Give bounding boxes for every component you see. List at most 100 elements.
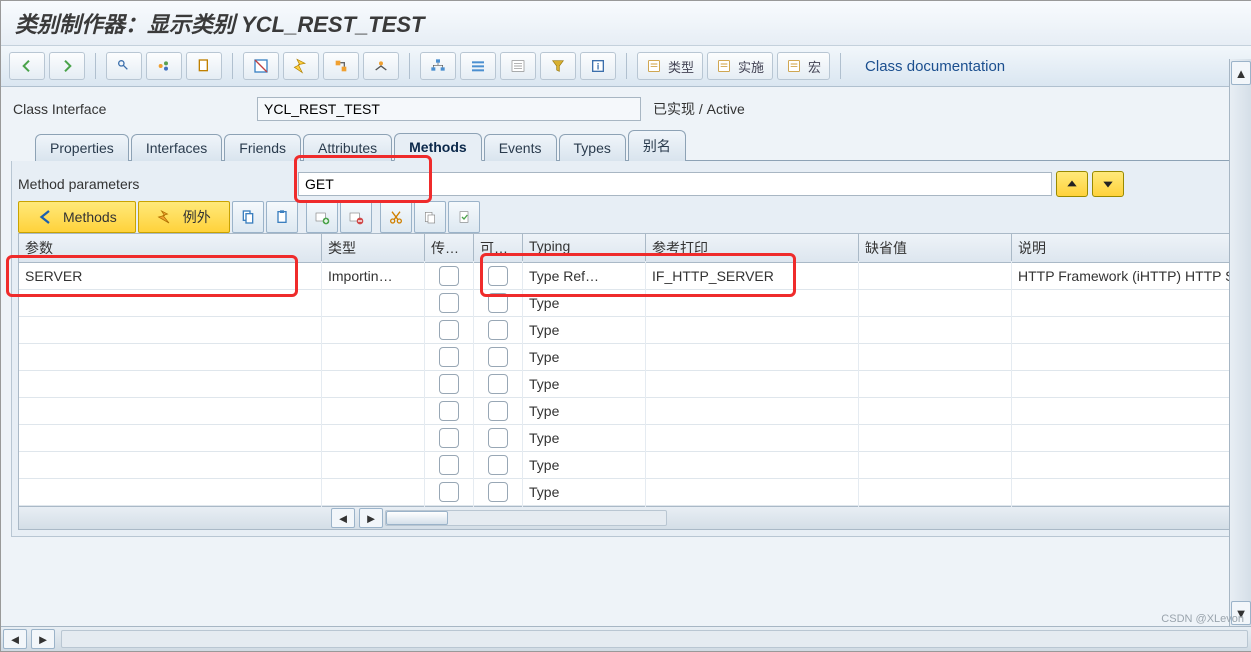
scroll-right-icon[interactable]: ► [359, 508, 383, 528]
cell-opt[interactable] [474, 315, 523, 345]
cell-default[interactable] [859, 477, 1012, 507]
tab-别名[interactable]: 别名 [628, 130, 686, 161]
cell-opt[interactable] [474, 423, 523, 453]
cell-typing[interactable]: Type Ref… [523, 261, 646, 291]
checkbox[interactable] [439, 293, 459, 313]
cell-opt[interactable] [474, 342, 523, 372]
table-row[interactable]: Type [19, 371, 1234, 398]
cell-kind[interactable] [322, 396, 425, 426]
cell-desc[interactable] [1012, 315, 1234, 345]
cell-opt[interactable] [474, 261, 523, 291]
cell-ref[interactable] [646, 288, 859, 318]
header-opt[interactable]: 可… [474, 234, 523, 262]
types-button[interactable]: 类型 [637, 52, 703, 80]
cell-default[interactable] [859, 423, 1012, 453]
checkbox[interactable] [488, 266, 508, 286]
cell-pass[interactable] [425, 288, 474, 318]
header-desc[interactable]: 说明 [1012, 234, 1234, 262]
cell-kind[interactable] [322, 423, 425, 453]
cell-ref[interactable] [646, 423, 859, 453]
cell-param[interactable]: SERVER [19, 261, 322, 291]
cell-ref[interactable]: IF_HTTP_SERVER [646, 261, 859, 291]
cell-default[interactable] [859, 342, 1012, 372]
clipboard-paste-icon[interactable] [448, 201, 480, 233]
cell-opt[interactable] [474, 450, 523, 480]
forward-button[interactable] [49, 52, 85, 80]
where-used-icon[interactable] [323, 52, 359, 80]
cell-pass[interactable] [425, 342, 474, 372]
checkbox[interactable] [488, 401, 508, 421]
cell-opt[interactable] [474, 396, 523, 426]
header-pass[interactable]: 传… [425, 234, 474, 262]
cell-default[interactable] [859, 369, 1012, 399]
header-ref[interactable]: 参考打印 [646, 234, 859, 262]
cell-kind[interactable] [322, 315, 425, 345]
checkbox[interactable] [439, 266, 459, 286]
outer-horizontal-scroll[interactable]: ◄ ► [1, 626, 1251, 651]
vertical-scrollbar[interactable]: ▲ ▼ [1229, 59, 1251, 627]
header-kind[interactable]: 类型 [322, 234, 425, 262]
cell-default[interactable] [859, 396, 1012, 426]
table-row[interactable]: Type [19, 398, 1234, 425]
header-typing[interactable]: Typing [523, 234, 646, 262]
header-default[interactable]: 缺省值 [859, 234, 1012, 262]
back-button[interactable] [9, 52, 45, 80]
cell-param[interactable] [19, 423, 322, 453]
macro-button[interactable]: 宏 [777, 52, 830, 80]
class-documentation-link[interactable]: Class documentation [865, 58, 1005, 75]
cell-opt[interactable] [474, 288, 523, 318]
checkbox[interactable] [488, 374, 508, 394]
cell-typing[interactable]: Type [523, 369, 646, 399]
cell-kind[interactable] [322, 288, 425, 318]
cell-desc[interactable] [1012, 396, 1234, 426]
header-param[interactable]: 参数 [19, 234, 322, 262]
cell-opt[interactable] [474, 369, 523, 399]
clipboard-copy-icon[interactable] [414, 201, 446, 233]
display-toggle-icon[interactable] [106, 52, 142, 80]
cell-param[interactable] [19, 396, 322, 426]
cell-kind[interactable] [322, 477, 425, 507]
checkbox[interactable] [488, 482, 508, 502]
other-object-icon[interactable] [146, 52, 182, 80]
scroll-track[interactable] [385, 510, 667, 526]
tab-types[interactable]: Types [559, 134, 626, 161]
checkbox[interactable] [488, 455, 508, 475]
checkbox[interactable] [488, 428, 508, 448]
table-row[interactable]: Type [19, 425, 1234, 452]
new-icon[interactable] [186, 52, 222, 80]
cell-typing[interactable]: Type [523, 477, 646, 507]
info-icon[interactable]: i [580, 52, 616, 80]
cell-opt[interactable] [474, 477, 523, 507]
cell-typing[interactable]: Type [523, 396, 646, 426]
cell-param[interactable] [19, 288, 322, 318]
cell-desc[interactable] [1012, 450, 1234, 480]
scroll-right-icon[interactable]: ► [31, 629, 55, 649]
cell-typing[interactable]: Type [523, 342, 646, 372]
cell-typing[interactable]: Type [523, 288, 646, 318]
checkbox[interactable] [439, 482, 459, 502]
scroll-left-icon[interactable]: ◄ [331, 508, 355, 528]
check-icon[interactable] [243, 52, 279, 80]
tab-friends[interactable]: Friends [224, 134, 301, 161]
cell-typing[interactable]: Type [523, 315, 646, 345]
table-row[interactable]: Type [19, 344, 1234, 371]
checkbox[interactable] [439, 455, 459, 475]
scroll-up-icon[interactable]: ▲ [1231, 61, 1251, 85]
cell-typing[interactable]: Type [523, 450, 646, 480]
tab-properties[interactable]: Properties [35, 134, 129, 161]
delete-row-icon[interactable] [340, 201, 372, 233]
cell-kind[interactable] [322, 450, 425, 480]
checkbox[interactable] [439, 347, 459, 367]
cell-desc[interactable] [1012, 369, 1234, 399]
cell-ref[interactable] [646, 396, 859, 426]
table-row[interactable]: Type [19, 317, 1234, 344]
table-row[interactable]: Type [19, 452, 1234, 479]
cell-pass[interactable] [425, 369, 474, 399]
list-icon[interactable] [500, 52, 536, 80]
cell-pass[interactable] [425, 450, 474, 480]
cell-pass[interactable] [425, 423, 474, 453]
cell-param[interactable] [19, 369, 322, 399]
local-types-icon[interactable] [460, 52, 496, 80]
cell-default[interactable] [859, 450, 1012, 480]
cell-default[interactable] [859, 288, 1012, 318]
